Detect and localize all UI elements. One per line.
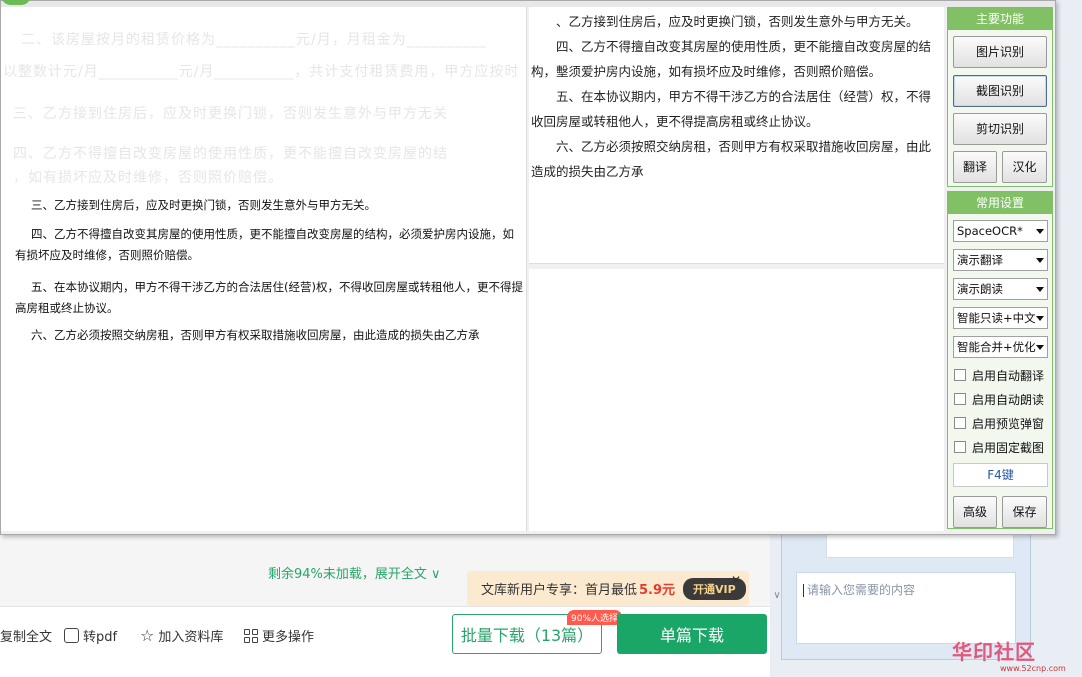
vip-promo-banner: 文库新用户专享：首月最低 5.9元 开通VIP ✕ xyxy=(467,571,749,606)
promo-price: 5.9元 xyxy=(639,583,676,598)
translate-button[interactable]: 翻译 xyxy=(953,151,997,183)
add-to-library-label: 加入资料库 xyxy=(158,630,224,645)
more-actions-label: 更多操作 xyxy=(262,630,315,645)
fixed-capture-label: 启用固定截图 xyxy=(972,440,1045,455)
preview-popup-checkbox[interactable]: 启用预览弹窗 xyxy=(954,414,1044,432)
watermark-url: www.52cnp.com xyxy=(1000,664,1066,673)
chevron-down-icon xyxy=(1036,316,1044,321)
main-functions-group: 主要功能 图片识别 截图识别 剪切识别 翻译 汉化 xyxy=(947,7,1053,187)
faint-text-line: ，如有损坏应及时维修，否则照价赔偿。 xyxy=(13,170,283,186)
chat-input[interactable]: 请输入您需要的内容 xyxy=(796,572,1016,644)
auto-translate-label: 启用自动翻译 xyxy=(972,368,1045,383)
faint-text-line: 四、乙方不得擅自改变房屋的使用性质，更不能擅自改变房屋的结 xyxy=(13,146,448,162)
star-icon: ☆ xyxy=(140,626,155,645)
result-paragraph: 五、在本协议期内，甲方不得干涉乙方的合法居住（经营）权，不得收回房屋或转租他人，… xyxy=(531,89,932,129)
captured-text-line: 五、在本协议期内，甲方不得干涉乙方的合法居住(经营)权，不得收回房屋或转租他人，… xyxy=(15,280,523,315)
add-to-library-button[interactable]: ☆ 加入资料库 xyxy=(140,626,224,646)
ocr-engine-value: SpaceOCR* xyxy=(957,224,1023,238)
ocr-engine-select[interactable]: SpaceOCR* xyxy=(953,220,1048,242)
translate-engine-select[interactable]: 演示翻译 xyxy=(953,249,1048,271)
checkbox-box xyxy=(954,369,966,381)
translation-result-textarea[interactable] xyxy=(529,269,944,531)
chevron-down-icon xyxy=(1036,258,1044,263)
read-engine-select[interactable]: 演示朗读 xyxy=(953,278,1048,300)
smart-read-value: 智能只读+中文 xyxy=(957,311,1036,325)
result-paragraph: 六、乙方必须按照交纳房租，否则甲方有权采取措施收回房屋，由此造成的损失由乙方承 xyxy=(531,139,932,179)
chevron-down-icon[interactable]: ∨ xyxy=(770,540,784,610)
checkbox-box xyxy=(954,441,966,453)
control-panel: 主要功能 图片识别 截图识别 剪切识别 翻译 汉化 常用设置 SpaceOCR*… xyxy=(947,7,1053,529)
faint-text-line: 三、乙方接到住房后，应及时更换门锁，否则发生意外与甲方无关 xyxy=(13,106,448,122)
load-more-link[interactable]: 剩余94%未加载，展开全文 ∨ xyxy=(268,563,441,582)
chat-input-placeholder: 请输入您需要的内容 xyxy=(807,583,916,597)
translate-engine-value: 演示翻译 xyxy=(957,253,1003,267)
captured-text-line: 六、乙方必须按照交纳房租，否则甲方有权采取措施收回房屋，由此造成的损失由乙方承 xyxy=(31,328,480,342)
pdf-icon xyxy=(64,628,79,643)
auto-read-label: 启用自动朗读 xyxy=(972,392,1045,407)
text-caret xyxy=(803,584,804,597)
read-engine-value: 演示朗读 xyxy=(957,282,1003,296)
ocr-tool-window: 二、该房屋按月的租赁价格为__________元/月，月租金为_________… xyxy=(0,0,1056,535)
faint-text-line: 以整数计元/月__________元/月__________，共计支付租赁费用，… xyxy=(3,64,520,80)
load-more-text: 剩余94%未加载，展开全文 xyxy=(268,567,427,582)
clipboard-ocr-button[interactable]: 剪切识别 xyxy=(953,113,1047,145)
chevron-down-icon xyxy=(1036,229,1044,234)
main-functions-title: 主要功能 xyxy=(948,8,1052,30)
popular-badge: 90%人选择 xyxy=(567,610,623,625)
result-paragraph: 四、乙方不得擅自改变其房屋的使用性质，更不能擅自改变房屋的结构，墼须爱护房内设施… xyxy=(531,39,932,79)
settings-title: 常用设置 xyxy=(948,192,1052,214)
ocr-result-textarea[interactable]: 、乙方接到住房后，应及时更换门锁，否则发生意外与甲方无关。 四、乙方不得擅自改变… xyxy=(529,7,944,264)
captured-text-line: 四、乙方不得擅自改变其房屋的使用性质，更不能擅自改变房屋的结构，必须爱护房内设施… xyxy=(15,227,514,262)
localize-button[interactable]: 汉化 xyxy=(1002,151,1047,183)
captured-text-line: 三、乙方接到住房后，应及时更换门锁，否则发生意外与甲方无关。 xyxy=(31,198,376,212)
advanced-button[interactable]: 高级 xyxy=(953,496,997,528)
to-pdf-label: 转pdf xyxy=(83,630,118,645)
to-pdf-button[interactable]: 转pdf xyxy=(64,626,117,645)
settings-group: 常用设置 SpaceOCR* 演示翻译 演示朗读 智能只读+中文 智能合并+优化… xyxy=(947,191,1053,529)
smart-merge-value: 智能合并+优化 xyxy=(957,340,1036,354)
watermark-logo: 华印社区 xyxy=(952,640,1036,664)
save-button[interactable]: 保存 xyxy=(1002,496,1047,528)
image-ocr-button[interactable]: 图片识别 xyxy=(953,36,1047,68)
auto-translate-checkbox[interactable]: 启用自动翻译 xyxy=(954,366,1044,384)
faint-text-line: 二、该房屋按月的租赁价格为__________元/月，月租金为_________… xyxy=(21,32,487,48)
grid-icon xyxy=(244,628,258,643)
more-actions-button[interactable]: 更多操作 xyxy=(244,626,314,645)
capture-preview-pane: 二、该房屋按月的租赁价格为__________元/月，月租金为_________… xyxy=(1,7,527,531)
copy-all-button[interactable]: 复制全文 xyxy=(0,626,52,645)
single-download-button[interactable]: 单篇下载 xyxy=(617,614,767,654)
close-icon[interactable]: ✕ xyxy=(731,573,741,587)
fixed-capture-checkbox[interactable]: 启用固定截图 xyxy=(954,438,1044,456)
result-paragraph: 、乙方接到住房后，应及时更换门锁，否则发生意外与甲方无关。 xyxy=(556,14,919,29)
checkbox-box xyxy=(954,393,966,405)
chevron-down-icon xyxy=(1036,345,1044,350)
smart-merge-select[interactable]: 智能合并+优化 xyxy=(953,336,1048,358)
hotkey-field[interactable]: F4键 xyxy=(953,463,1048,487)
auto-read-checkbox[interactable]: 启用自动朗读 xyxy=(954,390,1044,408)
smart-read-select[interactable]: 智能只读+中文 xyxy=(953,307,1048,329)
copy-all-label: 复制全文 xyxy=(0,630,53,645)
checkbox-box xyxy=(954,417,966,429)
chevron-down-icon xyxy=(1036,287,1044,292)
preview-popup-label: 启用预览弹窗 xyxy=(972,416,1045,431)
promo-text: 文库新用户专享：首月最低 xyxy=(481,583,638,598)
screenshot-ocr-button[interactable]: 截图识别 xyxy=(953,75,1047,107)
